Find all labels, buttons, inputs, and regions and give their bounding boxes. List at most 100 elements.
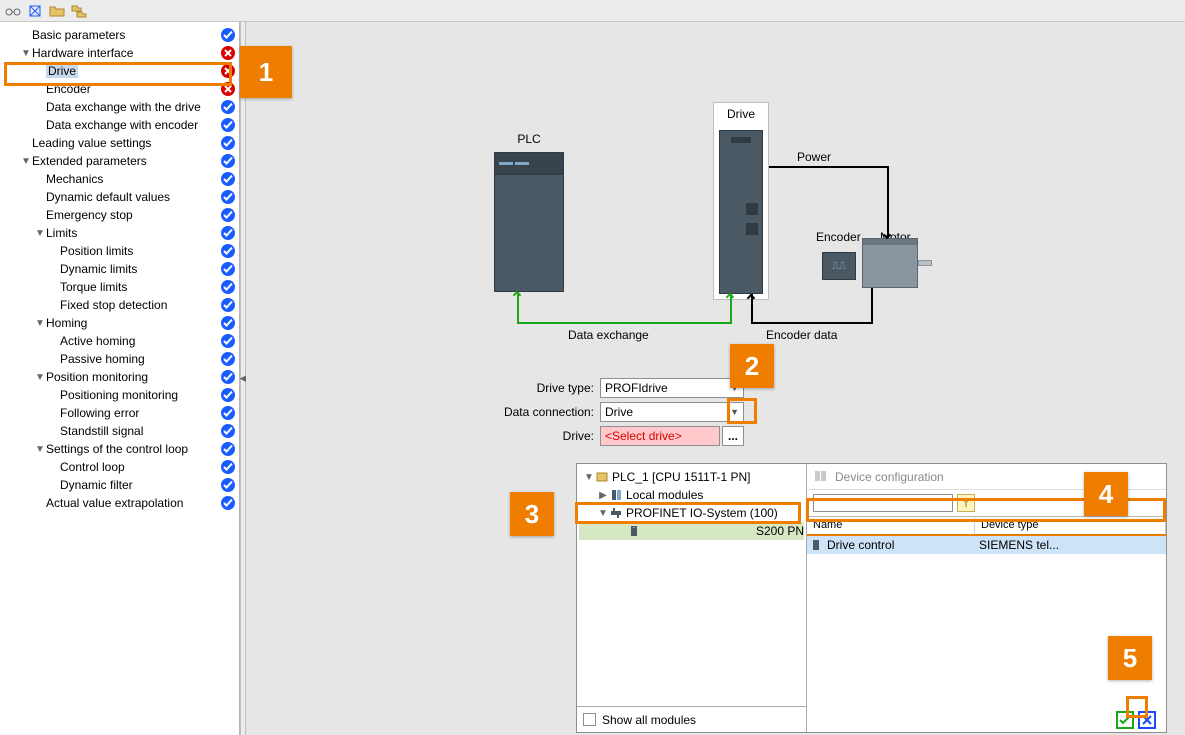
picker-node-local[interactable]: ▶ Local modules [579,486,804,504]
status-ok-icon [221,208,235,222]
tree-node-label: Dynamic filter [60,478,133,492]
tree-node[interactable]: ▼Settings of the control loop [0,440,239,458]
tree-node[interactable]: Positioning monitoring [0,386,239,404]
tree-node-label: Position monitoring [46,370,148,384]
tree-node-label: Mechanics [46,172,103,186]
tree-node[interactable]: Following error [0,404,239,422]
tree-node-label: Dynamic default values [46,190,170,204]
tree-node[interactable]: Dynamic limits [0,260,239,278]
callout-5: 5 [1108,636,1152,680]
folder-open-icon[interactable] [48,2,66,20]
tree-node[interactable]: Dynamic filter [0,476,239,494]
tree-node[interactable]: Torque limits [0,278,239,296]
status-ok-icon [221,154,235,168]
picker-node-plc[interactable]: ▼ PLC_1 [CPU 1511T-1 PN] [579,468,804,486]
tree-node-label: Control loop [60,460,125,474]
status-ok-icon [221,298,235,312]
table-header: Name Device type [807,516,1166,536]
tree-node[interactable]: Passive homing [0,350,239,368]
plc-block [494,152,564,292]
tree-node-label: Emergency stop [46,208,133,222]
filter-button[interactable] [957,494,975,512]
tree-node[interactable]: Data exchange with the drive [0,98,239,116]
module-icon [609,489,623,501]
data-connection-select[interactable]: Drive▼ [600,402,744,422]
status-ok-icon [221,316,235,330]
tree-node[interactable]: Drive [0,62,239,80]
confirm-button[interactable] [1116,711,1134,729]
drive-label: Drive [714,107,768,121]
tree-node[interactable]: ▼Homing [0,314,239,332]
encoder-block: ⎍⎍ [822,252,856,280]
caret-icon: ▼ [34,318,46,329]
tree-node[interactable]: Standstill signal [0,422,239,440]
tree-node[interactable]: Position limits [0,242,239,260]
expand-icon[interactable] [26,2,44,20]
tree-node[interactable]: Leading value settings [0,134,239,152]
tree-node-label: Dynamic limits [60,262,137,276]
status-ok-icon [221,334,235,348]
tree-node[interactable]: Active homing [0,332,239,350]
tree-node[interactable]: Encoder [0,80,239,98]
status-ok-icon [221,280,235,294]
show-all-label: Show all modules [602,713,696,727]
tree-node[interactable]: Actual value extrapolation [0,494,239,512]
drive-select[interactable]: <Select drive> [600,426,720,446]
tree-node[interactable]: Mechanics [0,170,239,188]
tree-node[interactable]: ▼Hardware interface [0,44,239,62]
status-ok-icon [221,352,235,366]
col-name[interactable]: Name [807,517,975,534]
tree-node-label: Fixed stop detection [60,298,167,312]
status-error-icon [221,46,235,60]
picker-node-s200[interactable]: S200 PN [579,522,804,540]
cancel-button[interactable] [1138,711,1156,729]
power-label: Power [797,150,831,164]
folder-tree-icon[interactable] [70,2,88,20]
device-config-label: Device configuration [835,470,944,484]
tree-node[interactable]: Data exchange with encoder [0,116,239,134]
encoder-data-label: Encoder data [766,328,837,342]
tree-node-label: Hardware interface [32,46,133,60]
status-ok-icon [221,172,235,186]
caret-icon: ▼ [34,228,46,239]
tree-node[interactable]: ▼Limits [0,224,239,242]
drive-type-label: Drive type: [414,381,594,395]
tree-node-label: Following error [60,406,139,420]
caret-icon: ▼ [34,372,46,383]
main-canvas: PLC Drive Power Encoder ⎍⎍ Motor Data ex… [246,22,1185,735]
caret-icon: ▼ [34,444,46,455]
network-icon [609,507,623,519]
tree-node[interactable]: Basic parameters [0,26,239,44]
data-exchange-label: Data exchange [568,328,649,342]
eyeglasses-icon[interactable] [4,2,22,20]
filter-input[interactable] [813,494,953,512]
tree-node-label: Drive [46,64,78,78]
tree-node[interactable]: Dynamic default values [0,188,239,206]
motor-block [862,238,918,288]
tree-node[interactable]: Control loop [0,458,239,476]
tree-node[interactable]: ▼Extended parameters [0,152,239,170]
col-type[interactable]: Device type [975,517,1166,534]
status-ok-icon [221,460,235,474]
tree-node-label: Leading value settings [32,136,151,150]
tree-node-label: Basic parameters [32,28,125,42]
picker-node-profinet[interactable]: ▼ PROFINET IO-System (100) [579,504,804,522]
drive-browse-button[interactable]: ... [722,426,744,446]
tree-node[interactable]: Emergency stop [0,206,239,224]
drive-icon [807,539,825,551]
show-all-checkbox[interactable] [583,713,596,726]
tree-node-label: Data exchange with the drive [46,100,201,114]
drive-icon [627,525,641,537]
tree-node[interactable]: Fixed stop detection [0,296,239,314]
drive-type-select[interactable]: PROFIdrive▼ [600,378,744,398]
tree-node[interactable]: ▼Position monitoring [0,368,239,386]
status-ok-icon [221,262,235,276]
plc-label: PLC [506,132,552,146]
tree-node-label: Extended parameters [32,154,147,168]
drive-block [719,130,763,294]
tree-node-label: Encoder [46,82,91,96]
callout-2: 2 [730,344,774,388]
table-row[interactable]: Drive control SIEMENS tel... [807,536,1166,554]
encoder-label: Encoder [816,230,861,244]
tree-node-label: Positioning monitoring [60,388,178,402]
